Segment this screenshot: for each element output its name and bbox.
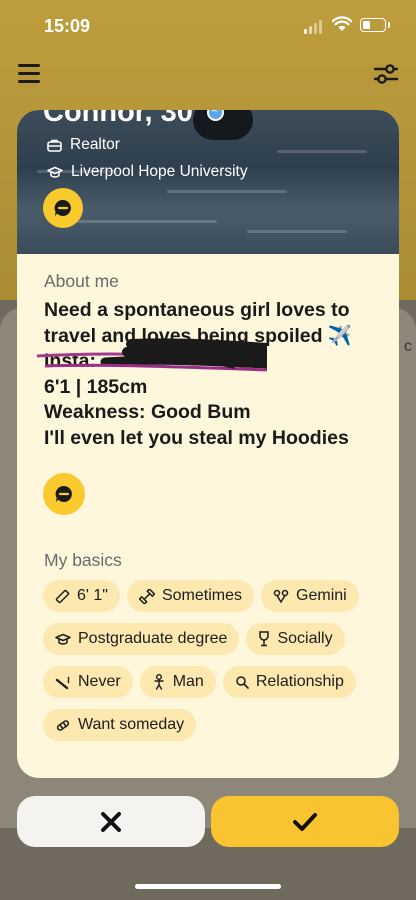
basic-chip-label: Sometimes [161,587,243,604]
about-text: Need a spontaneous girl loves to travel … [44,298,384,451]
profile-card[interactable]: Connor, 30 Realtor Liverpool Hope Univer… [17,110,399,778]
basic-chip-education: Postgraduate degree [43,623,240,655]
basic-chip-exercise: Sometimes [126,580,255,612]
basic-chip-smoking: Never [43,666,133,698]
basic-chip-label: Gemini [296,587,347,604]
comment-about-button[interactable] [43,473,85,515]
ruler-icon [55,589,70,603]
basic-chip-looking-for: Relationship [222,666,356,698]
wifi-icon [332,16,352,31]
profile-photo: Connor, 30 Realtor Liverpool Hope Univer… [17,110,399,254]
basic-chip-label: Socially [277,630,333,647]
basic-chip-height: 6' 1" [43,580,120,612]
filter-button[interactable] [372,60,400,88]
about-line: Weakness: Good Bum [44,401,251,423]
briefcase-icon [47,139,62,152]
comment-photo-button[interactable] [43,188,83,228]
status-time: 15:09 [44,16,91,36]
signal-icon [304,20,324,34]
person-icon [153,674,164,690]
profile-job-label: Realtor [70,136,120,153]
basics-list: 6' 1" Sometimes Gemini Postgraduate degr… [43,580,388,752]
no-smoking-icon [55,676,70,689]
basic-chip-label: Man [172,673,204,690]
close-icon [101,811,121,832]
basic-chip-label: 6' 1" [77,587,108,604]
profile-job: Realtor [47,136,120,154]
about-line: Need a spontaneous girl loves to [44,299,350,321]
battery-icon [360,18,390,32]
basics-title: My basics [44,550,122,570]
magnifier-icon [236,676,249,689]
graduation-cap-icon [47,166,63,178]
profile-school: Liverpool Hope University [47,163,248,181]
basic-chip-label: Want someday [78,716,185,733]
gemini-icon [273,589,289,603]
about-line: I'll even let you steal my Hoodies [44,426,349,449]
about-title: About me [44,271,119,291]
chat-bubble-icon [54,199,71,216]
dumbbell-icon [138,588,155,604]
basic-chip-gender: Man [139,666,216,698]
basic-chip-label: Never [78,673,121,690]
graduation-cap-icon [55,633,71,645]
checkmark-icon [293,812,317,831]
basic-chip-kids: Want someday [43,709,197,741]
status-bar: 15:09 [0,0,416,54]
wine-glass-icon [259,631,270,647]
profile-name: Connor, 30 [43,110,193,128]
basic-chip-drinking: Socially [246,623,345,655]
basic-chip-label: Relationship [255,673,344,690]
menu-button[interactable] [18,64,42,84]
about-line: 6'1 | 185cm [44,375,148,398]
chat-bubble-icon [55,485,72,502]
home-indicator[interactable] [135,884,281,889]
pass-button[interactable] [17,796,205,847]
profile-school-label: Liverpool Hope University [71,163,248,180]
basic-chip-label: Postgraduate degree [78,630,228,647]
basic-chip-zodiac: Gemini [261,580,359,612]
pacifier-icon [56,719,70,731]
redaction-scribble [36,338,267,372]
like-button[interactable] [211,796,399,847]
